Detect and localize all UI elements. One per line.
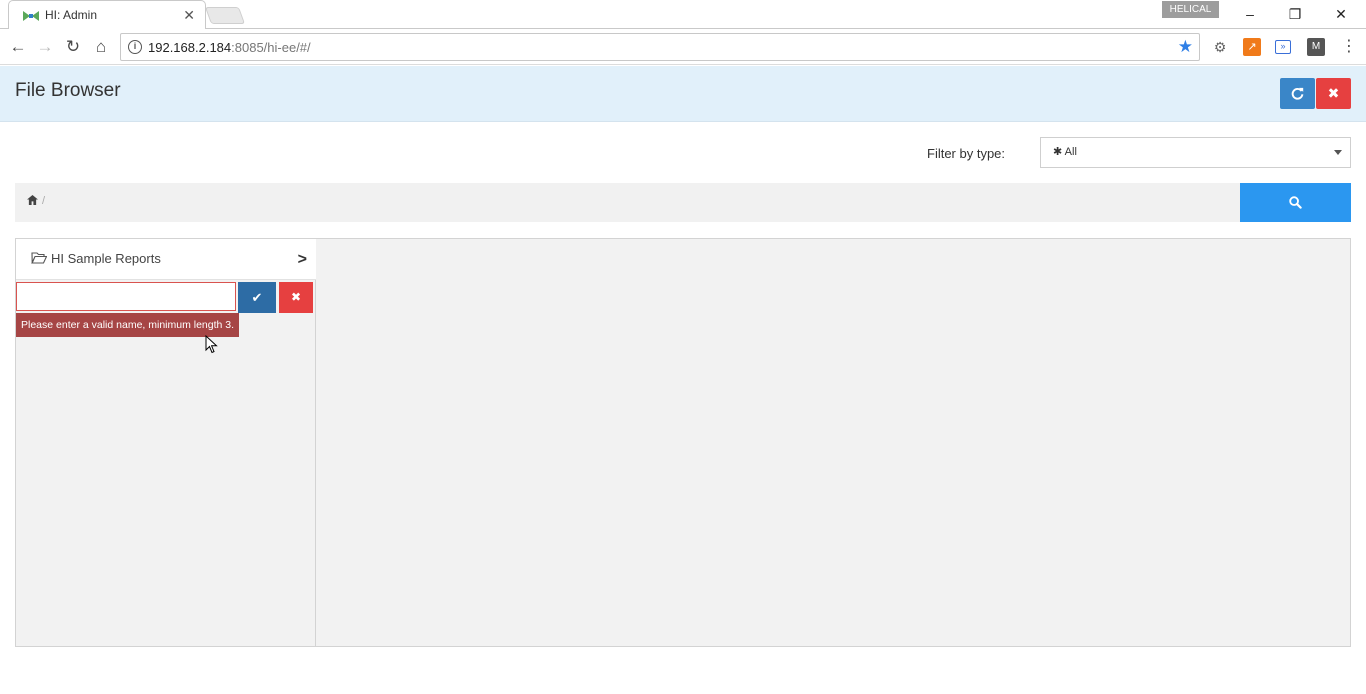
address-bar[interactable]: i 192.168.2.184:8085/hi-ee/#/ ★ (120, 33, 1200, 61)
browser-toolbar: ← → ↻ ⌂ i 192.168.2.184:8085/hi-ee/#/ ★ … (0, 30, 1366, 65)
browser-menu-icon[interactable]: ⋮ (1338, 36, 1360, 58)
tab-close-icon[interactable]: ✕ (183, 7, 195, 23)
breadcrumb: / (15, 183, 1240, 222)
close-icon: ✖ (1327, 85, 1340, 101)
caret-down-icon (1334, 150, 1342, 155)
extension-m-icon[interactable]: M (1307, 38, 1325, 56)
app-header: File Browser ✖ (0, 66, 1366, 122)
new-folder-name-input[interactable] (16, 282, 236, 311)
tree-item-folder[interactable]: HI Sample Reports > (16, 239, 316, 280)
search-icon (1289, 196, 1302, 209)
forward-icon[interactable]: → (34, 36, 56, 58)
extension-tag-icon[interactable]: » (1275, 40, 1291, 54)
search-button[interactable] (1240, 183, 1351, 222)
browser-tabstrip: HI: Admin ✕ HELICAL – ❐ ✕ (0, 0, 1366, 29)
refresh-button[interactable] (1280, 78, 1315, 109)
validation-error-tooltip: Please enter a valid name, minimum lengt… (16, 313, 240, 337)
app-favicon-icon (23, 11, 39, 21)
new-tab-button[interactable] (204, 7, 246, 24)
minimize-icon[interactable]: – (1236, 4, 1264, 24)
bookmark-star-icon[interactable]: ★ (1178, 37, 1193, 57)
home-browser-icon[interactable]: ⌂ (90, 36, 112, 58)
window-close-icon[interactable]: ✕ (1327, 4, 1355, 24)
folder-label: HI Sample Reports (51, 251, 161, 266)
site-info-icon[interactable]: i (128, 40, 142, 54)
folder-open-icon (31, 252, 47, 264)
chevron-right-icon[interactable]: > (298, 251, 307, 269)
file-browser-panel: HI Sample Reports > ✔ ✖ Please enter a v… (15, 238, 1351, 647)
url-text: 192.168.2.184:8085/hi-ee/#/ (148, 40, 311, 55)
filter-selected-value: ✱ All (1053, 146, 1077, 158)
reload-icon[interactable]: ↻ (62, 36, 84, 58)
close-browser-button[interactable]: ✖ (1316, 78, 1351, 109)
extension-chart-icon[interactable]: ↗ (1243, 38, 1261, 56)
folder-tree: HI Sample Reports > ✔ ✖ Please enter a v… (16, 239, 316, 646)
back-icon[interactable]: ← (7, 36, 29, 58)
cancel-icon: ✖ (290, 290, 302, 304)
check-icon: ✔ (251, 290, 263, 305)
home-icon[interactable] (27, 195, 38, 205)
filter-type-select[interactable]: ✱ All (1040, 137, 1351, 168)
breadcrumb-separator: / (42, 195, 46, 207)
refresh-icon (1291, 87, 1304, 100)
extension-gear-icon[interactable]: ⚙ (1211, 38, 1229, 56)
tab-title: HI: Admin (45, 8, 98, 22)
restore-icon[interactable]: ❐ (1281, 4, 1309, 24)
cancel-name-button[interactable]: ✖ (279, 282, 313, 313)
mouse-cursor-icon (205, 335, 218, 354)
browser-tab[interactable]: HI: Admin ✕ (8, 0, 206, 29)
confirm-name-button[interactable]: ✔ (238, 282, 276, 313)
filter-label: Filter by type: (927, 146, 1006, 161)
profile-badge[interactable]: HELICAL (1162, 1, 1219, 18)
page-title: File Browser (15, 80, 121, 101)
